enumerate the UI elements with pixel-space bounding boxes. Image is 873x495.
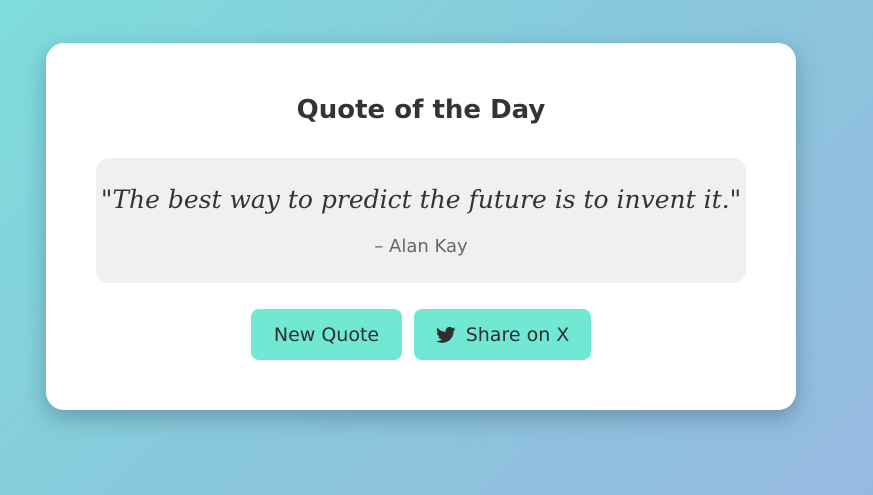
- share-label: Share on X: [465, 323, 570, 346]
- twitter-bird-icon: [435, 325, 456, 345]
- quote-text: "The best way to predict the future is t…: [100, 185, 742, 214]
- new-quote-label: New Quote: [273, 323, 380, 346]
- new-quote-button[interactable]: New Quote: [251, 309, 402, 360]
- page-title: Quote of the Day: [296, 95, 546, 125]
- quote-author: – Alan Kay: [374, 236, 468, 257]
- quote-box: "The best way to predict the future is t…: [96, 158, 746, 283]
- share-on-x-button[interactable]: Share on X: [414, 309, 591, 360]
- quote-card: Quote of the Day "The best way to predic…: [46, 43, 796, 410]
